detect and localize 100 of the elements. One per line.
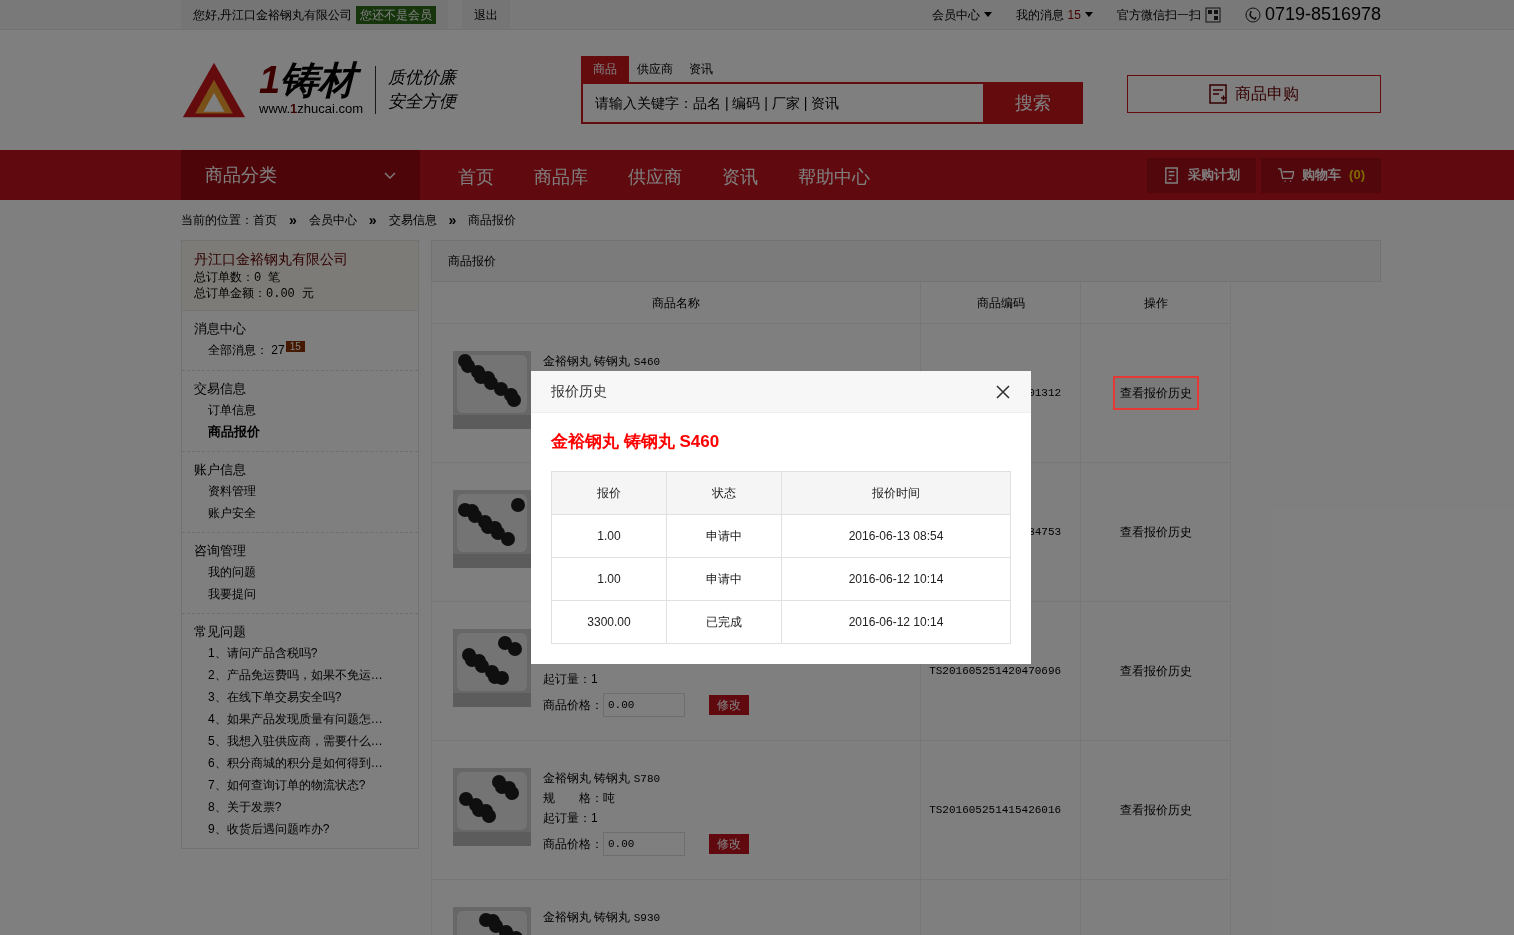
order-stat: 总订单金额：0.00 元 [194,286,315,302]
search-tab[interactable]: 供应商 [629,56,681,82]
product-name: 金裕钢丸 铸钢丸 S930 [543,910,661,924]
sidebar-group-title: 常见问题 [194,623,247,641]
wechat-text: 官方微信扫一扫 [1116,6,1201,24]
min-order: 起订量：1 [543,672,598,686]
phone-icon [1244,6,1261,23]
product-name: 金裕钢丸 铸钢丸 S460 [543,354,661,368]
table-cell: 已完成 [666,600,782,643]
logo-text: 1铸材 [259,61,364,100]
sidebar-link[interactable]: 账户安全 [194,502,406,524]
price-label: 商品价格： [543,697,603,714]
caret-icon [983,12,992,17]
document-icon [1209,84,1227,104]
column-header: 报价 [551,471,667,514]
sidebar-group-title: 交易信息 [194,380,247,398]
search-tab[interactable]: 商品 [581,56,629,82]
price-history-link[interactable]: 查看报价历史 [1112,515,1199,549]
column-header: 状态 [666,471,782,514]
column-header: 报价时间 [781,471,1011,514]
price-history-link[interactable]: 查看报价历史 [1112,654,1199,688]
column-header: 操作 [1080,282,1230,323]
breadcrumb-separator: » [447,210,458,230]
order-stat: 总订单数：0 笔 [194,270,282,286]
sidebar-link[interactable]: 5、我想入驻供应商，需要什么… [194,730,406,752]
sidebar-link[interactable]: 7、如何查询订单的物流状态? [194,774,406,796]
sidebar-link[interactable]: 1、请问产品含税吗? [194,642,406,664]
sidebar-link[interactable]: 8、关于发票? [194,796,406,818]
breadcrumb-label: 当前的位置： [181,212,253,229]
nav-link[interactable]: 资讯 [722,163,758,191]
edit-button[interactable]: 修改 [709,834,749,854]
purchase-button[interactable]: 商品申购 [1127,75,1381,113]
table-cell: 1.00 [551,514,667,557]
sidebar-link[interactable]: 3、在线下单交易安全吗? [194,686,406,708]
sidebar-link[interactable]: 4、如果产品发现质量有问题怎… [194,708,406,730]
sidebar-group-title: 咨询管理 [194,542,247,560]
table-cell: 2016-06-12 10:14 [781,600,1011,643]
sidebar-link[interactable]: 订单信息 [194,399,406,421]
section-header: 商品报价 [431,240,1381,282]
sidebar-link[interactable]: 2、产品免运费吗，如果不免运… [194,664,406,686]
sidebar-link[interactable]: 我要提问 [194,583,406,605]
sidebar-link[interactable]: 全部消息： 27 $^{15}$ [194,339,406,362]
nav-link[interactable]: 帮助中心 [798,163,870,191]
table-cell: 2016-06-12 10:14 [781,557,1011,600]
price-field[interactable]: 0.00 [603,693,685,717]
sidebar-link[interactable]: 6、积分商城的积分是如何得到… [194,752,406,774]
search-button[interactable]: 搜索 [983,82,1083,124]
breadcrumb-separator: » [367,210,378,230]
category-dropdown[interactable]: 商品分类 [181,150,420,200]
caret-icon [1084,12,1093,17]
cart-icon [1277,166,1295,184]
sidebar-link[interactable]: 我的问题 [194,561,406,583]
table-cell: 申请中 [666,557,782,600]
top-menu-link[interactable]: 会员中心 [931,5,992,24]
top-menu-link[interactable]: 我的消息 15 [1015,5,1093,24]
chevron-down-icon [384,171,396,179]
edit-button[interactable]: 修改 [709,695,749,715]
breadcrumb-link[interactable]: 交易信息 [388,211,437,229]
product-code: TS201605251420470696 [929,663,1062,679]
table-cell: 3300.00 [551,600,667,643]
price-history-link[interactable]: 查看报价历史 [1112,793,1199,827]
price-history-link[interactable]: 查看报价历史 [1112,376,1199,410]
column-header: 商品编码 [920,282,1081,323]
price-field[interactable]: 0.00 [603,832,685,856]
breadcrumb-link[interactable]: 首页 [253,211,277,229]
breadcrumb-link[interactable]: 会员中心 [308,211,357,229]
sidebar-link[interactable]: 9、收货后遇问题咋办? [194,818,406,840]
price-label: 商品价格： [543,836,603,853]
search-field[interactable]: 请输入关键字：品名 | 编码 | 厂家 | 资讯 [581,82,983,124]
close-button[interactable] [995,383,1011,400]
phone-number: 0719-8516978 [1264,3,1381,26]
logo-url: www.1zhucai.com [259,100,364,119]
table-cell: 2016-06-13 08:54 [781,514,1011,557]
dialog-title: 报价历史 [551,382,607,401]
logout-link[interactable]: 退出 [462,0,511,29]
sidebar-link[interactable]: 商品报价 [194,421,406,443]
member-badge: 您还不是会员 [356,5,437,24]
sidebar-group-title: 消息中心 [194,320,247,338]
nav-action-button[interactable]: 购物车 (0) [1261,157,1381,193]
nav-link[interactable]: 供应商 [628,163,682,191]
nav-action-button[interactable]: 采购计划 [1147,157,1257,193]
column-header: 商品名称 [651,294,702,312]
table-cell: 申请中 [666,514,782,557]
breadcrumb-link[interactable]: 商品报价 [468,211,517,229]
greeting-text: 您好,丹江口金裕钢丸有限公司 [193,6,353,24]
nav-link[interactable]: 商品库 [534,163,588,191]
product-title: 金裕钢丸 铸钢丸 S460 [551,431,721,453]
slogan-text: 质优价廉 [388,67,457,89]
nav-link[interactable]: 首页 [458,163,494,191]
company-name: 丹江口金裕钢丸有限公司 [194,250,349,269]
document-icon [1163,166,1181,184]
qr-code-icon [1204,6,1221,23]
sidebar-link[interactable]: 资料管理 [194,480,406,502]
product-spec: 规 格：吨 [543,791,615,805]
search-tab[interactable]: 资讯 [681,56,721,82]
sidebar-group-title: 账户信息 [194,461,247,479]
breadcrumb-separator: » [288,210,298,230]
table-cell: 1.00 [551,557,667,600]
slogan-text: 安全方便 [388,91,457,113]
min-order: 起订量：1 [543,811,598,825]
